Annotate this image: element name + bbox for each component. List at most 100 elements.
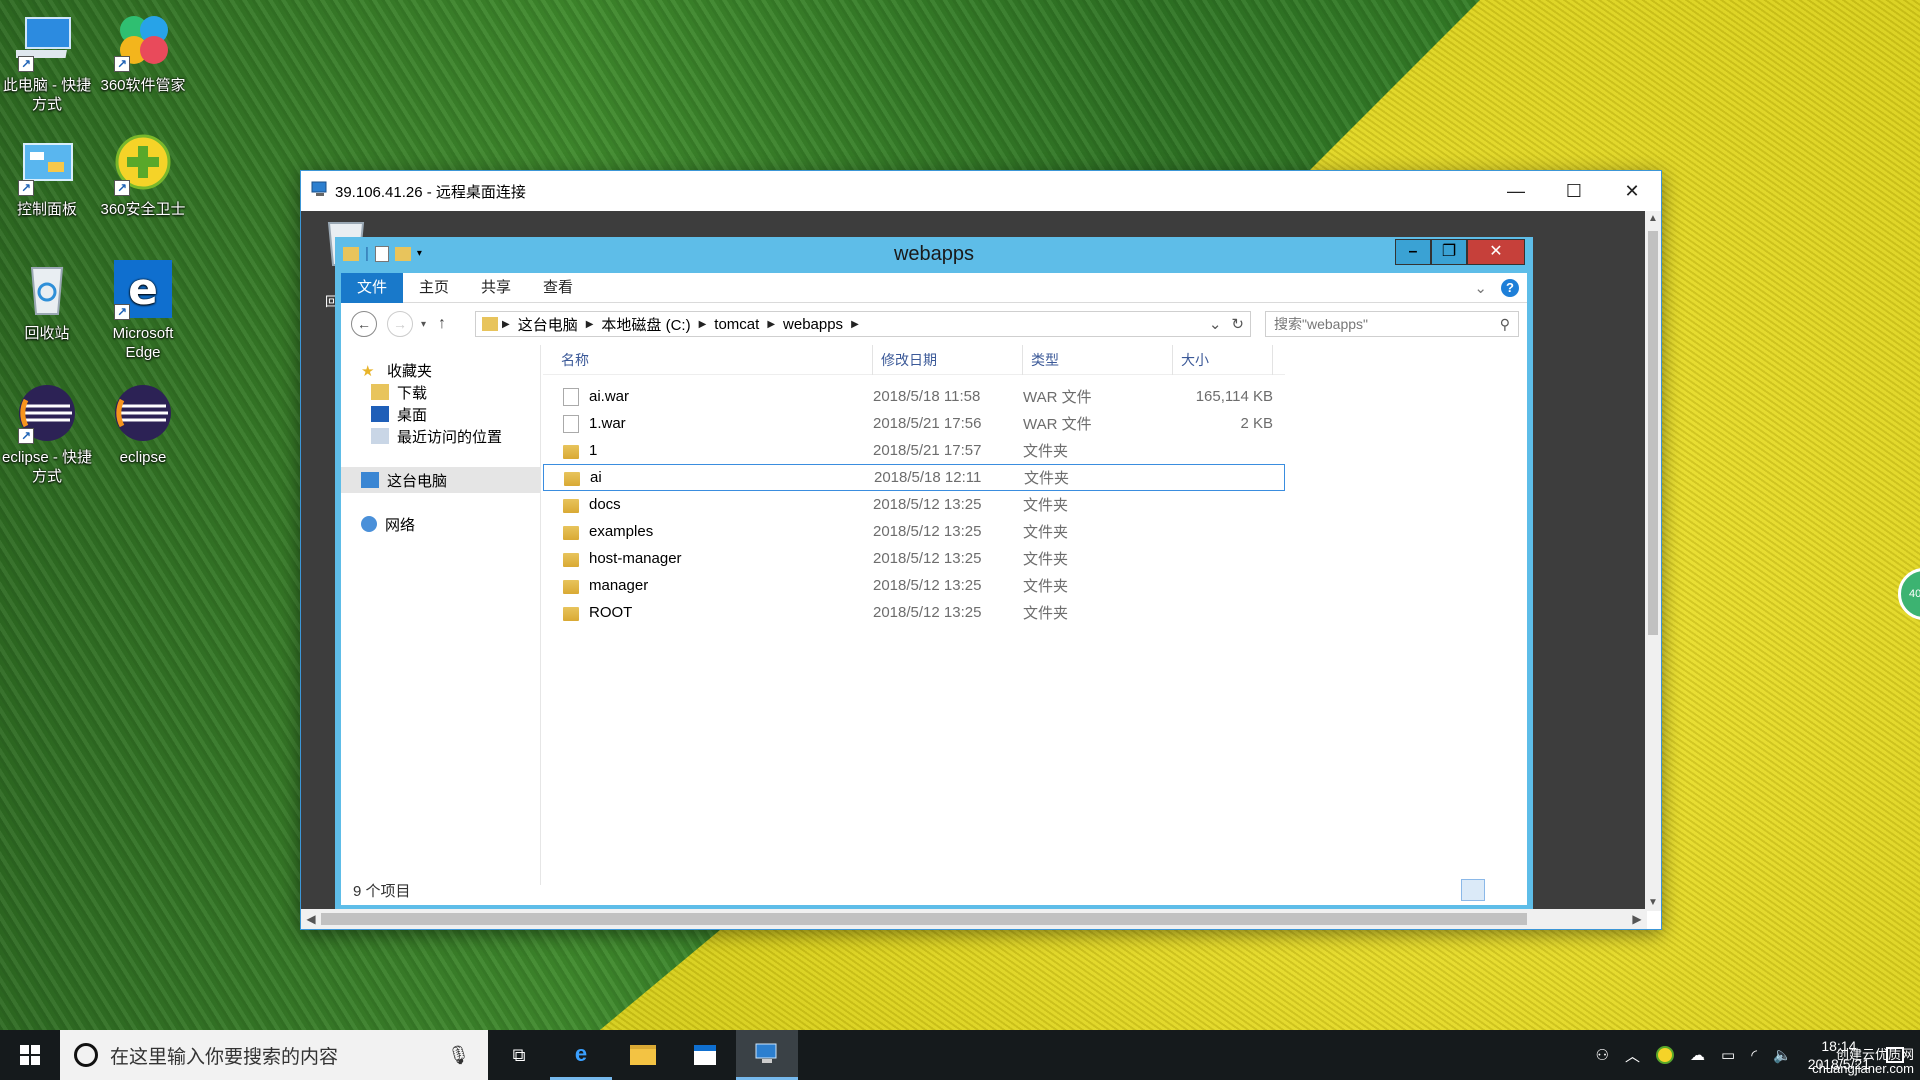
people-icon[interactable]: ⚇ [1596, 1046, 1609, 1064]
search-input[interactable]: 搜索"webapps" ⚲ [1265, 311, 1519, 337]
file-type: 文件夹 [1023, 578, 1069, 595]
breadcrumb-separator[interactable]: ▶ [699, 319, 707, 330]
refresh-icon[interactable]: ↻ [1231, 315, 1244, 333]
column-name[interactable]: 名称 [543, 345, 873, 375]
explorer-close-button[interactable]: ✕ [1467, 239, 1525, 265]
file-date: 2018/5/18 11:58 [873, 388, 981, 405]
control-panel-icon: ↗ [16, 134, 78, 196]
explorer-minimize-button[interactable]: – [1395, 239, 1431, 265]
scroll-right-button[interactable]: ▶ [1629, 909, 1645, 929]
cortana-icon [74, 1043, 98, 1067]
file-explorer-icon[interactable] [612, 1030, 674, 1080]
microphone-icon[interactable]: 🎙 [447, 1045, 470, 1066]
column-type[interactable]: 类型 [1023, 345, 1173, 375]
tab-share[interactable]: 共享 [465, 273, 527, 303]
scroll-thumb[interactable] [321, 913, 1527, 925]
tab-home[interactable]: 主页 [403, 273, 465, 303]
minimize-button[interactable]: — [1487, 171, 1545, 211]
table-row[interactable]: ai.war 2018/5/18 11:58 WAR 文件 165,114 KB [543, 383, 1285, 410]
desktop-icon-360-soft[interactable]: ↗ 360软件管家 [96, 10, 190, 95]
table-row[interactable]: host-manager 2018/5/12 13:25 文件夹 [543, 545, 1285, 572]
desktop-icon-control-panel[interactable]: ↗ 控制面板 [0, 134, 94, 219]
nav-network[interactable]: 网络 [341, 511, 541, 537]
desktop-icon-this-pc[interactable]: ↗ 此电脑 - 快捷方式 [0, 10, 94, 114]
file-type: 文件夹 [1023, 605, 1069, 622]
help-icon[interactable]: ? [1501, 278, 1519, 297]
address-bar[interactable]: ▶ 这台电脑 ▶ 本地磁盘 (C:) ▶ tomcat ▶ webapps ▶ … [475, 311, 1251, 337]
breadcrumb-separator[interactable]: ▶ [767, 319, 775, 330]
breadcrumb-webapps[interactable]: webapps [783, 316, 843, 333]
back-button[interactable]: ← [351, 311, 377, 337]
address-dropdown-icon[interactable]: ⌄ [1209, 315, 1222, 333]
battery-icon[interactable]: ▭ [1721, 1046, 1735, 1064]
maximize-button[interactable]: ☐ [1545, 171, 1603, 211]
taskbar-search-box[interactable]: 在这里输入你要搜索的内容 🎙 [60, 1030, 488, 1080]
remote-desktop-taskbar-icon[interactable] [736, 1030, 798, 1080]
desktop-wallpaper: ↗ 此电脑 - 快捷方式 ↗ 360软件管家 ↗ 控制面板 ↗ 360安全卫士 … [0, 0, 1920, 1030]
breadcrumb-separator[interactable]: ▶ [851, 319, 859, 330]
recent-locations-icon[interactable]: ▾ [421, 319, 426, 330]
forward-button[interactable]: → [387, 311, 413, 337]
task-view-icon[interactable]: ⧉ [488, 1030, 550, 1080]
rdp-titlebar[interactable]: 39.106.41.26 - 远程桌面连接 — ☐ ✕ [301, 171, 1661, 211]
wifi-icon[interactable]: ◜ [1751, 1046, 1757, 1064]
volume-icon[interactable]: 🔈 [1773, 1046, 1792, 1064]
rdp-vertical-scrollbar[interactable]: ▲ ▼ [1645, 211, 1661, 911]
tab-view[interactable]: 查看 [527, 273, 589, 303]
file-date: 2018/5/21 17:57 [873, 442, 982, 459]
360-tray-icon[interactable] [1656, 1046, 1675, 1064]
table-row[interactable]: 1.war 2018/5/21 17:56 WAR 文件 2 KB [543, 410, 1285, 437]
scroll-down-button[interactable]: ▼ [1645, 895, 1661, 911]
desktop-icon-360-safe[interactable]: ↗ 360安全卫士 [96, 134, 190, 219]
thumbnail-view-button[interactable] [1491, 879, 1515, 901]
windows-logo-icon [20, 1045, 40, 1065]
breadcrumb-tomcat[interactable]: tomcat [714, 316, 759, 333]
expand-ribbon-icon[interactable]: ⌄ [1474, 279, 1487, 297]
explorer-window: | ▾ webapps – ❐ ✕ 文件 主页 共享 查看 ⌄ ? ← → ▾ … [335, 237, 1533, 911]
desktop-icon-eclipse-shortcut[interactable]: ↗ eclipse - 快捷方式 [0, 382, 94, 486]
desktop-icon-eclipse[interactable]: eclipse [96, 382, 190, 467]
nav-this-pc[interactable]: 这台电脑 [341, 467, 541, 493]
details-view-button[interactable] [1461, 879, 1485, 901]
file-name: 1.war [589, 415, 626, 432]
table-row[interactable]: 1 2018/5/21 17:57 文件夹 [543, 437, 1285, 464]
table-row[interactable]: docs 2018/5/12 13:25 文件夹 [543, 491, 1285, 518]
scroll-up-button[interactable]: ▲ [1645, 211, 1661, 227]
breadcrumb-this-pc[interactable]: 这台电脑 [518, 314, 578, 335]
table-row[interactable]: examples 2018/5/12 13:25 文件夹 [543, 518, 1285, 545]
nav-recent[interactable]: 最近访问的位置 [341, 423, 541, 449]
desktop-icon-recycle-bin[interactable]: 回收站 [0, 258, 94, 343]
start-button[interactable] [0, 1030, 60, 1080]
onedrive-icon[interactable]: ☁ [1690, 1046, 1705, 1064]
up-button[interactable]: ↑ [438, 315, 446, 333]
scroll-thumb[interactable] [1648, 231, 1658, 635]
folder-icon [563, 499, 579, 513]
breadcrumb-separator[interactable]: ▶ [586, 319, 594, 330]
store-icon[interactable] [674, 1030, 736, 1080]
folder-icon [563, 445, 579, 459]
rdp-horizontal-scrollbar[interactable]: ◀ ▶ [301, 909, 1647, 929]
table-row[interactable]: manager 2018/5/12 13:25 文件夹 [543, 572, 1285, 599]
desktop-icon-edge[interactable]: e ↗ Microsoft Edge [96, 258, 190, 362]
file-type: 文件夹 [1024, 470, 1070, 487]
show-hidden-icons-chevron-icon[interactable]: ︿ [1625, 1045, 1640, 1066]
eclipse-icon [112, 382, 174, 444]
close-button[interactable]: ✕ [1603, 171, 1661, 211]
explorer-maximize-button[interactable]: ❐ [1431, 239, 1467, 265]
scroll-left-button[interactable]: ◀ [303, 909, 319, 929]
breadcrumb-local-disk[interactable]: 本地磁盘 (C:) [601, 314, 690, 335]
column-headers: 名称 修改日期 类型 大小 [543, 345, 1285, 375]
table-row[interactable]: ROOT 2018/5/12 13:25 文件夹 [543, 599, 1285, 626]
edge-taskbar-icon[interactable]: e [550, 1030, 612, 1080]
table-row[interactable]: ai 2018/5/18 12:11 文件夹 [543, 464, 1285, 491]
explorer-titlebar[interactable]: | ▾ webapps – ❐ ✕ [335, 237, 1533, 273]
tab-file[interactable]: 文件 [341, 272, 404, 303]
column-modified[interactable]: 修改日期 [873, 345, 1023, 375]
svg-text:e: e [128, 264, 158, 315]
star-icon: ★ [361, 363, 375, 380]
taskbar: 在这里输入你要搜索的内容 🎙 ⧉ e ⚇ ︿ ☁ ▭ ◜ 🔈 18:14 201… [0, 1030, 1920, 1080]
column-size[interactable]: 大小 [1173, 345, 1273, 375]
file-name: ai [590, 469, 602, 486]
remote-session-area[interactable]: 回 | ▾ webapps – ❐ ✕ 文件 主页 共享 查看 ⌄ ? ← → … [301, 211, 1647, 911]
network-icon [361, 516, 377, 532]
